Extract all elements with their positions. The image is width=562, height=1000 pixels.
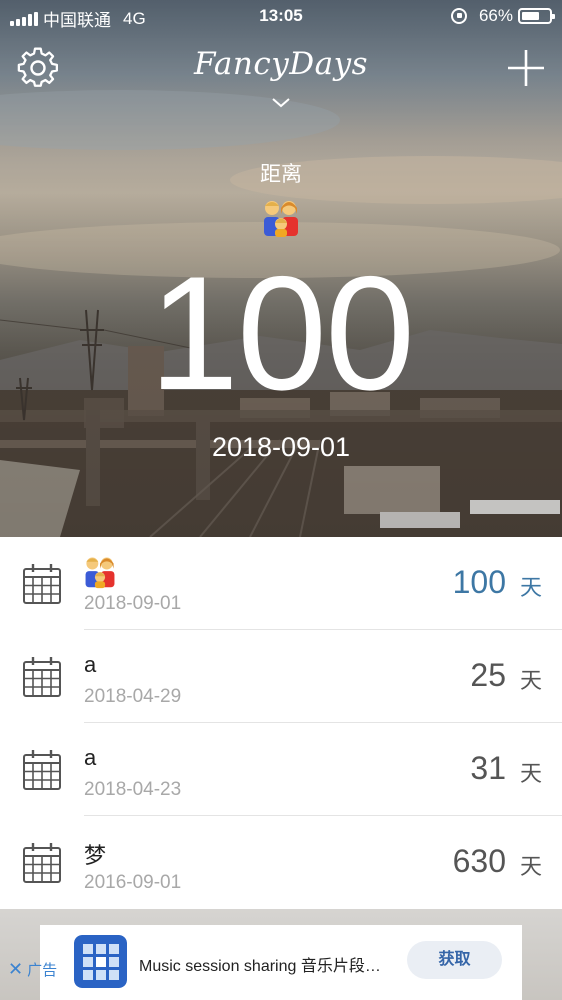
ad-text: Music session sharing 音乐片段… (139, 958, 381, 975)
orientation-lock-icon (450, 8, 467, 24)
calendar-icon (23, 657, 61, 697)
event-date: 2018-04-29 (84, 686, 182, 707)
chevron-down-icon[interactable] (270, 96, 292, 110)
plus-icon (508, 50, 544, 86)
event-row[interactable]: a 2018-04-23 31 天 (0, 723, 562, 816)
hero-day-count: 100 (148, 243, 415, 424)
event-list: 2018-09-01 100 天 a 2018-04-29 25 天 a 201… (0, 537, 562, 909)
event-row[interactable]: 梦 2016-09-01 630 天 (0, 816, 562, 909)
calendar-icon (23, 750, 61, 790)
calendar-icon (23, 564, 61, 604)
event-day-count: 25 (470, 657, 506, 693)
event-row[interactable]: a 2018-04-29 25 天 (0, 630, 562, 723)
get-button[interactable]: 获取 (407, 941, 502, 979)
hero-banner: 中国联通 4G 13:05 66% FancyDays 距离 100 2018-… (0, 0, 562, 537)
family-emoji-icon (264, 201, 298, 237)
event-title: a (84, 652, 97, 677)
family-emoji-icon (85, 557, 115, 589)
ad-close-button[interactable]: ✕ 广告 (8, 959, 57, 980)
event-day-unit: 天 (519, 854, 542, 879)
event-row[interactable]: 2018-09-01 100 天 (0, 537, 562, 630)
add-event-button[interactable] (504, 46, 548, 90)
event-day-count: 630 (452, 843, 506, 879)
ad-label: 广告 (27, 962, 58, 979)
ad-banner-area: Music session sharing 音乐片段… 获取 ✕ 广告 (0, 909, 562, 1000)
event-day-unit: 天 (519, 668, 542, 693)
app-grid-icon (74, 935, 127, 988)
event-day-unit: 天 (519, 761, 542, 786)
event-date: 2018-04-23 (84, 779, 182, 800)
event-day-count: 100 (452, 564, 506, 600)
event-date: 2018-09-01 (84, 593, 182, 614)
ad-card[interactable]: Music session sharing 音乐片段… 获取 (40, 925, 522, 1000)
close-icon: ✕ (8, 959, 24, 979)
calendar-icon (23, 843, 61, 883)
battery-icon (518, 8, 555, 24)
hero-caption: 距离 (260, 163, 302, 186)
hero-date: 2018-09-01 (211, 432, 351, 462)
event-title: 梦 (84, 843, 107, 868)
event-title: a (84, 745, 97, 770)
event-date: 2016-09-01 (84, 872, 182, 893)
battery-percent: 66% (478, 6, 513, 25)
app-brand-title: FancyDays (194, 46, 368, 82)
status-bar: 中国联通 4G 13:05 66% (0, 0, 562, 32)
event-day-count: 31 (470, 750, 506, 786)
event-day-unit: 天 (519, 575, 542, 600)
